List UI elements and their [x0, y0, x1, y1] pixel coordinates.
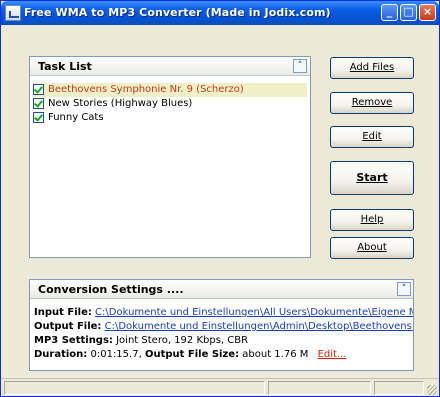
input-file-label: Input File:	[34, 307, 92, 318]
edit-button[interactable]: Edit	[330, 126, 414, 148]
task-checkbox[interactable]	[33, 98, 44, 109]
edit-label: Edit	[362, 131, 382, 142]
output-size-label: Output File Size:	[144, 349, 240, 360]
start-label: Start	[356, 171, 388, 184]
task-item[interactable]: New Stories (Highway Blues)	[33, 97, 307, 111]
task-item[interactable]: Beethovens Symphonie Nr. 9 (Scherzo)	[33, 83, 307, 97]
about-button[interactable]: About	[330, 237, 414, 259]
conversion-settings-header: Conversion Settings .... ˄	[30, 280, 413, 299]
conversion-settings-title: Conversion Settings ....	[38, 283, 184, 296]
duration-value: 0:01:15.7,	[90, 349, 142, 360]
help-button[interactable]: Help	[330, 209, 414, 231]
add-files-label: Add Files	[349, 62, 395, 73]
collapse-task-list-icon[interactable]: ˄	[293, 59, 307, 73]
task-list-panel: Task List ˄ Beethovens Symphonie Nr. 9 (…	[29, 56, 311, 258]
remove-label: Remove	[351, 97, 393, 108]
task-list-title: Task List	[38, 60, 92, 73]
status-bar	[1, 378, 439, 396]
window-title: Free WMA to MP3 Converter (Made in Jodix…	[24, 6, 331, 19]
status-cell	[268, 381, 371, 395]
add-files-button[interactable]: Add Files	[330, 57, 414, 79]
conversion-settings-panel: Conversion Settings .... ˄ Input File: C…	[29, 279, 414, 371]
task-item-label: New Stories (Highway Blues)	[48, 98, 193, 109]
status-cell	[374, 381, 424, 395]
help-label: Help	[360, 214, 384, 225]
app-icon[interactable]	[5, 5, 21, 21]
close-button[interactable]: ×	[419, 4, 436, 21]
task-item-label: Funny Cats	[48, 112, 104, 123]
input-file-row: Input File: C:\Dokumente und Einstellung…	[34, 307, 413, 318]
duration-label: Duration:	[34, 349, 88, 360]
status-cell	[4, 381, 265, 395]
collapse-conversion-icon[interactable]: ˄	[397, 282, 411, 296]
mp3-settings-value: Joint Stero, 192 Kbps, CBR	[116, 335, 249, 346]
maximize-button[interactable]: □	[400, 4, 417, 21]
task-item-label: Beethovens Symphonie Nr. 9 (Scherzo)	[48, 84, 244, 95]
output-file-row: Output File: C:\Dokumente und Einstellun…	[34, 321, 413, 332]
edit-settings-link[interactable]: Edit...	[318, 349, 347, 360]
task-list-header: Task List ˄	[30, 57, 310, 76]
mp3-settings-row: MP3 Settings: Joint Stero, 192 Kbps, CBR	[34, 335, 248, 346]
task-checkbox[interactable]	[33, 112, 44, 123]
about-label: About	[357, 242, 387, 253]
output-size-value: about 1.76 M	[242, 349, 309, 360]
task-checkbox[interactable]	[33, 84, 44, 95]
app-window: Free WMA to MP3 Converter (Made in Jodix…	[0, 0, 440, 397]
start-button[interactable]: Start	[330, 161, 414, 195]
title-bar[interactable]: Free WMA to MP3 Converter (Made in Jodix…	[1, 1, 439, 25]
remove-button[interactable]: Remove	[330, 92, 414, 114]
mp3-settings-label: MP3 Settings:	[34, 335, 113, 346]
minimize-button[interactable]: _	[381, 4, 398, 21]
output-file-label: Output File:	[34, 321, 102, 332]
resize-grip-icon[interactable]	[427, 385, 437, 395]
task-item[interactable]: Funny Cats	[33, 111, 307, 125]
duration-row: Duration: 0:01:15.7, Output File Size: a…	[34, 349, 346, 360]
input-file-link[interactable]: C:\Dokumente und Einstellungen\All Users…	[95, 307, 413, 318]
output-file-link[interactable]: C:\Dokumente und Einstellungen\Admin\Des…	[105, 321, 413, 332]
